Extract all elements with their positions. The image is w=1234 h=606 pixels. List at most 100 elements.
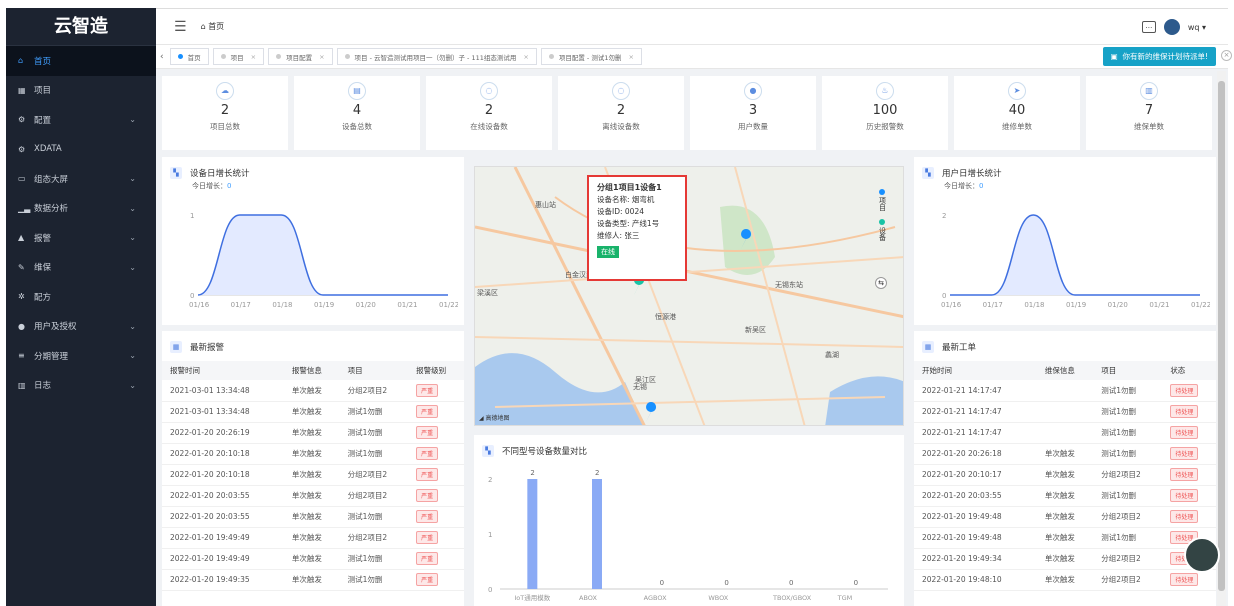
sidebar: 云智造 ⌂ 首页 ▦ 项目 ⚙ 配置 ⌄ ⚙ XDATA ▭ 组态大屏 ⌄ ▁▃ 数据分析 ⌄ ▲ 报警 ⌄ ✎ 维保… — [6, 8, 156, 606]
sidebar-item[interactable]: ⚙ 配置 ⌄ — [6, 105, 156, 135]
table-row[interactable]: 2022-01-20 20:10:18 单次触发 测试1勿删 严重 — [162, 443, 464, 465]
table-row[interactable]: 2022-01-20 19:49:48 单次触发 测试1勿删 待处理 — [914, 527, 1216, 549]
status-badge: 严重 — [416, 573, 439, 586]
legend-label: 项目 — [878, 197, 887, 211]
message-icon[interactable]: … — [1141, 21, 1156, 33]
table-row[interactable]: 2022-01-20 20:26:18 单次触发 测试1勿删 待处理 — [914, 443, 1216, 465]
tab-close-icon[interactable]: × — [628, 53, 633, 61]
tab[interactable]: 项目 - 云智造测试用项目一（勿删）子 - 111组态测试用 × — [336, 48, 537, 65]
bar-value-label: 2 — [595, 469, 599, 477]
tab-label: 项目 — [230, 53, 244, 62]
table-row[interactable]: 2022-01-21 14:17:47 测试1勿删 待处理 — [914, 422, 1216, 444]
table-row[interactable]: 2021-03-01 13:34:48 单次触发 分组2项目2 严重 — [162, 380, 464, 402]
column-header: 报警时间 — [162, 361, 284, 380]
tab-close-icon[interactable]: × — [251, 53, 256, 61]
cell-text: 2022-01-20 19:49:49 — [170, 533, 250, 542]
x-tick-label: 01/17 — [983, 301, 1003, 309]
chevron-down-icon: ⌄ — [129, 203, 136, 213]
table-row[interactable]: 2022-01-20 20:26:19 单次触发 测试1勿删 严重 — [162, 422, 464, 444]
series-line — [950, 214, 1200, 296]
table-cell: 分组2项目2 — [1093, 506, 1163, 528]
cell-text: 单次触发 — [1044, 554, 1075, 563]
table-row[interactable]: 2022-01-20 19:49:49 单次触发 分组2项目2 严重 — [162, 527, 464, 549]
x-tick-label: 01/20 — [1108, 301, 1128, 309]
table-row[interactable]: 2022-01-20 20:03:55 单次触发 测试1勿删 待处理 — [914, 485, 1216, 507]
tabs-prev-icon[interactable]: ‹ — [160, 52, 164, 62]
grid-icon: ▦ — [18, 85, 26, 95]
sidebar-item[interactable]: ⌂ 首页 — [6, 46, 156, 76]
username[interactable]: wq ▾ — [1188, 23, 1206, 32]
stats-row: ☁ 2 项目总数 ▤ 4 设备总数 ◌ 2 在线设备数 ◌ 2 离线设备数 ● 3 用户数量 ♨ 100 历史报警… — [162, 76, 1212, 150]
tab-close-icon[interactable]: × — [523, 53, 528, 61]
monitor-icon: ▭ — [18, 174, 26, 184]
chevron-down-icon: ⌄ — [129, 233, 136, 243]
table-row[interactable]: 2021-03-01 13:34:48 单次触发 测试1勿删 严重 — [162, 401, 464, 423]
assistant-avatar[interactable] — [1184, 537, 1220, 573]
sidebar-item[interactable]: ✎ 维保 ⌄ — [6, 253, 156, 283]
cell-text: 2022-01-21 14:17:47 — [922, 428, 1002, 437]
table-row[interactable]: 2022-01-20 19:48:10 单次触发 分组2项目2 待处理 — [914, 569, 1216, 591]
x-tick-label: 01/19 — [1066, 301, 1086, 309]
breadcrumb-current[interactable]: 首页 — [208, 22, 224, 31]
tab[interactable]: 项目配置 - 测试1勿删 × — [540, 48, 642, 65]
x-tick-label: 01/16 — [189, 301, 210, 309]
table-row[interactable]: 2022-01-20 20:03:55 单次触发 测试1勿删 严重 — [162, 506, 464, 528]
sidebar-item[interactable]: ▦ 项目 — [6, 76, 156, 106]
page-scrollbar[interactable] — [1217, 71, 1226, 606]
table-row[interactable]: 2022-01-20 19:49:48 单次触发 分组2项目2 待处理 — [914, 506, 1216, 528]
x-tick-label: 01/20 — [356, 301, 376, 309]
tab[interactable]: 项目配置 × — [268, 48, 333, 65]
table-row[interactable]: 2022-01-21 14:17:47 测试1勿删 待处理 — [914, 401, 1216, 423]
table-cell: 测试1勿删 — [1093, 401, 1163, 423]
close-icon[interactable]: × — [1221, 50, 1232, 61]
sidebar-item[interactable]: ▁▃ 数据分析 ⌄ — [6, 194, 156, 224]
legend-item[interactable]: 设备 — [875, 219, 889, 241]
cell-text: 单次触发 — [1044, 470, 1075, 479]
stat-icon: ➤ — [1008, 82, 1026, 100]
tab-label: 项目 - 云智造测试用项目一（勿删）子 - 111组态测试用 — [354, 53, 517, 62]
table-cell: 单次触发 — [283, 569, 340, 591]
sidebar-item[interactable]: ⚙ XDATA — [6, 135, 156, 165]
sidebar-item[interactable]: ● 用户及授权 ⌄ — [6, 312, 156, 342]
stat-label: 在线设备数 — [470, 122, 508, 131]
table-row[interactable]: 2022-01-20 20:03:55 单次触发 分组2项目2 严重 — [162, 485, 464, 507]
sidebar-item[interactable]: ≡ 分期管理 ⌄ — [6, 341, 156, 371]
legend-item[interactable]: 项目 — [875, 189, 889, 211]
maintenance-notice[interactable]: ▣ 你有新的维保计划待派单! — [1102, 47, 1216, 66]
popup-line: 设备名称: 烟弯机 — [597, 195, 655, 204]
table-row[interactable]: 2022-01-20 19:49:34单次触发分组2项目2待处理 — [914, 548, 1216, 570]
table-cell: 严重 — [408, 548, 464, 570]
status-badge: 严重 — [416, 510, 439, 523]
sidebar-item[interactable]: ▥ 日志 ⌄ — [6, 371, 156, 401]
table-row[interactable]: 2022-01-20 20:10:17 单次触发 分组2项目2 待处理 — [914, 464, 1216, 486]
x-tick-label: WBOX — [708, 594, 728, 602]
scrollbar-thumb[interactable] — [1218, 81, 1225, 591]
table-cell: 严重 — [408, 422, 464, 444]
tab-close-icon[interactable]: × — [319, 53, 324, 61]
sidebar-item[interactable]: ✲ 配方 — [6, 282, 156, 312]
cell-text: 2022-01-20 20:03:55 — [922, 491, 1002, 500]
y-tick-label: 1 — [190, 212, 194, 220]
table-row[interactable]: 2022-01-20 19:49:49 单次触发 测试1勿删 严重 — [162, 548, 464, 570]
cell-text: 单次触发 — [291, 533, 322, 542]
map[interactable]: 惠山站白金汉爵大酒店无锡东站梁溪区恒源港新吴区吴江区蠡湖无锡 分组1项目1设备1… — [474, 166, 904, 426]
tab[interactable]: 项目 × — [212, 48, 265, 65]
cell-text: 测试1勿删 — [1101, 428, 1136, 437]
hamburger-icon[interactable]: ☰ — [174, 19, 187, 35]
user-avatar[interactable] — [1163, 19, 1180, 35]
sidebar-item-label: 分期管理 — [34, 351, 69, 362]
x-tick-label: TBOX/GBOX — [772, 594, 812, 602]
x-tick-label: TGM — [837, 594, 853, 602]
cell-text: 测试1勿删 — [1101, 533, 1136, 542]
tab[interactable]: 首页 — [169, 48, 209, 65]
table-row[interactable]: 2022-01-21 14:17:47 测试1勿删 待处理 — [914, 380, 1216, 402]
x-tick-label: AGBOX — [644, 594, 667, 602]
table-cell: 分组2项目2 — [1093, 569, 1163, 591]
switch-icon[interactable]: ⇆ — [875, 277, 887, 289]
cell-text: 分组2项目2 — [347, 533, 388, 542]
table-row[interactable]: 2022-01-20 19:49:35 单次触发 测试1勿删 严重 — [162, 569, 464, 591]
table-row[interactable]: 2022-01-20 20:10:18 单次触发 分组2项目2 严重 — [162, 464, 464, 486]
sidebar-item[interactable]: ▭ 组态大屏 ⌄ — [6, 164, 156, 194]
cell-text: 分组2项目2 — [1101, 512, 1141, 521]
sidebar-item[interactable]: ▲ 报警 ⌄ — [6, 223, 156, 253]
